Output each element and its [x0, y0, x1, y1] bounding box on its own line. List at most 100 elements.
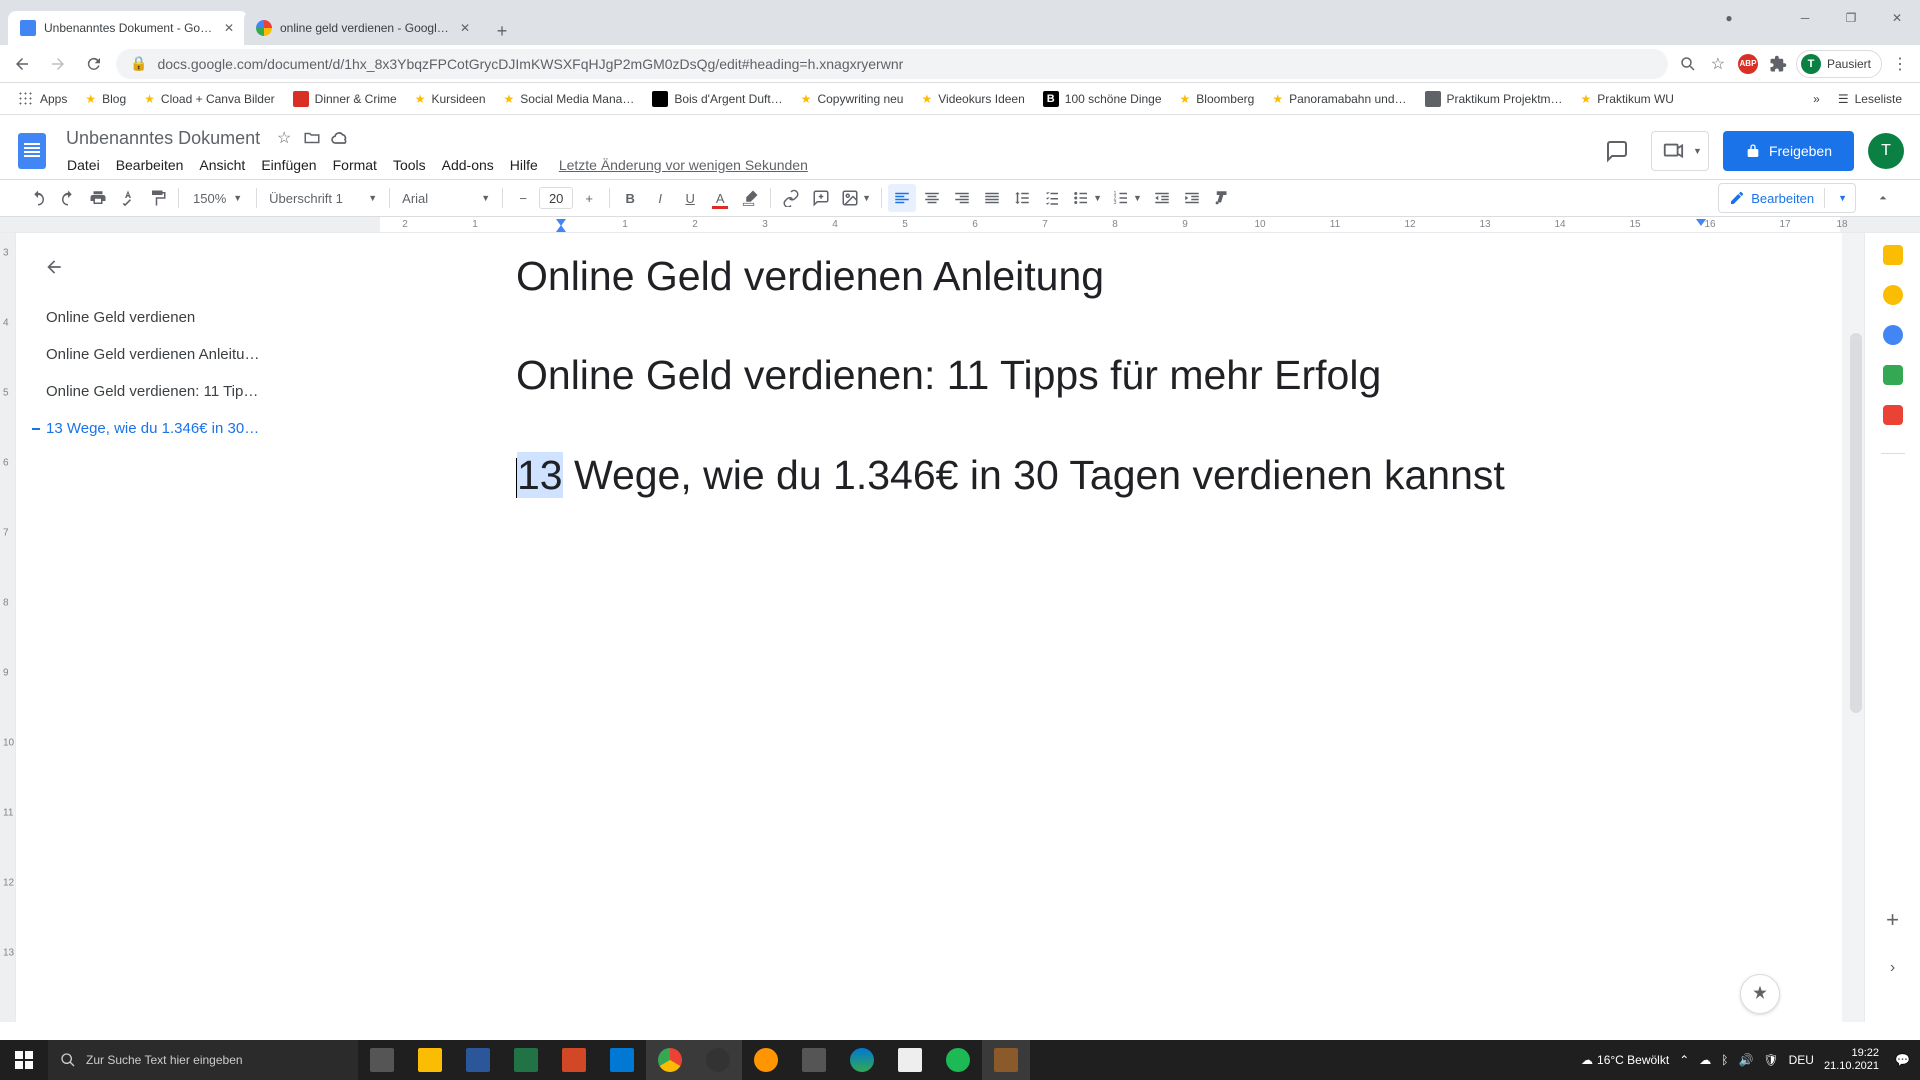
- apps-button[interactable]: Apps: [12, 87, 73, 111]
- calendar-icon[interactable]: [1883, 245, 1903, 265]
- align-left-button[interactable]: [888, 184, 916, 212]
- notifications-icon[interactable]: 💬: [1895, 1053, 1910, 1067]
- back-button[interactable]: [8, 50, 36, 78]
- wifi-icon[interactable]: 🛡: [1763, 1053, 1778, 1067]
- numbered-list-button[interactable]: 123▼: [1108, 184, 1146, 212]
- outline-close-button[interactable]: [38, 251, 70, 283]
- outline-item[interactable]: Online Geld verdienen: [28, 299, 344, 336]
- bookmark-item[interactable]: ★Videokurs Ideen: [915, 88, 1030, 110]
- account-dot-icon[interactable]: ●: [1706, 0, 1752, 36]
- edge-icon[interactable]: [838, 1040, 886, 1080]
- bluetooth-icon[interactable]: ᛒ: [1721, 1053, 1728, 1067]
- volume-icon[interactable]: 🔊: [1738, 1053, 1753, 1067]
- document-title[interactable]: Unbenanntes Dokument: [60, 126, 266, 151]
- cloud-status-icon[interactable]: [330, 128, 350, 148]
- comments-icon[interactable]: [1597, 131, 1637, 171]
- input-language[interactable]: DEU: [1789, 1053, 1814, 1067]
- minimize-button[interactable]: ─: [1782, 0, 1828, 36]
- weather-widget[interactable]: ☁16°C Bewölkt: [1581, 1053, 1669, 1067]
- menu-insert[interactable]: Einfügen: [254, 153, 323, 177]
- heading[interactable]: Online Geld verdienen: 11 Tipps für mehr…: [516, 350, 1722, 401]
- insert-link-button[interactable]: [777, 184, 805, 212]
- obs-icon[interactable]: [694, 1040, 742, 1080]
- italic-button[interactable]: I: [646, 184, 674, 212]
- chrome-icon[interactable]: [646, 1040, 694, 1080]
- bookmark-item[interactable]: ★Bloomberg: [1174, 88, 1261, 110]
- align-right-button[interactable]: [948, 184, 976, 212]
- font-dropdown[interactable]: Arial▼: [396, 191, 496, 206]
- reading-list-button[interactable]: ☰Leseliste: [1832, 88, 1908, 110]
- addons-button[interactable]: +: [1879, 906, 1907, 934]
- text-color-button[interactable]: A: [706, 184, 734, 212]
- bookmark-item[interactable]: ★Blog: [79, 88, 132, 110]
- bookmark-item[interactable]: ★Social Media Mana…: [498, 88, 641, 110]
- menu-view[interactable]: Ansicht: [192, 153, 252, 177]
- app-icon[interactable]: [982, 1040, 1030, 1080]
- menu-help[interactable]: Hilfe: [503, 153, 545, 177]
- docs-logo[interactable]: [12, 125, 52, 177]
- menu-edit[interactable]: Bearbeiten: [109, 153, 191, 177]
- spellcheck-button[interactable]: [114, 184, 142, 212]
- forward-button[interactable]: [44, 50, 72, 78]
- decrease-indent-button[interactable]: [1148, 184, 1176, 212]
- clear-formatting-button[interactable]: [1208, 184, 1236, 212]
- heading[interactable]: Online Geld verdienen Anleitung: [516, 251, 1722, 302]
- insert-comment-button[interactable]: [807, 184, 835, 212]
- scrollbar-thumb[interactable]: [1850, 333, 1862, 713]
- horizontal-ruler[interactable]: 21123456789101112131415161718: [0, 217, 1920, 233]
- bookmark-item[interactable]: ★Copywriting neu: [795, 88, 910, 110]
- bookmark-star-icon[interactable]: ☆: [1706, 52, 1730, 76]
- explore-button[interactable]: [1740, 974, 1780, 1014]
- move-icon[interactable]: [302, 128, 322, 148]
- onedrive-icon[interactable]: ☁: [1699, 1053, 1711, 1067]
- spotify-icon[interactable]: [934, 1040, 982, 1080]
- heading-selected[interactable]: 13 Wege, wie du 1.346€ in 30 Tagen verdi…: [516, 450, 1722, 501]
- checklist-button[interactable]: [1038, 184, 1066, 212]
- insert-image-button[interactable]: ▼: [837, 184, 875, 212]
- menu-tools[interactable]: Tools: [386, 153, 433, 177]
- close-icon[interactable]: ✕: [458, 21, 472, 35]
- outline-item-active[interactable]: 13 Wege, wie du 1.346€ in 30…: [28, 410, 344, 447]
- firefox-icon[interactable]: [742, 1040, 790, 1080]
- menu-format[interactable]: Format: [326, 153, 384, 177]
- profile-chip[interactable]: T Pausiert: [1796, 50, 1882, 78]
- excel-icon[interactable]: [502, 1040, 550, 1080]
- start-button[interactable]: [0, 1040, 48, 1080]
- star-icon[interactable]: ☆: [274, 128, 294, 148]
- bookmark-item[interactable]: B100 schöne Dinge: [1037, 87, 1168, 111]
- menu-addons[interactable]: Add-ons: [435, 153, 501, 177]
- align-justify-button[interactable]: [978, 184, 1006, 212]
- revision-history-link[interactable]: Letzte Änderung vor wenigen Sekunden: [559, 157, 808, 173]
- zoom-indicator-icon[interactable]: [1676, 52, 1700, 76]
- hide-sidepanel-button[interactable]: ›: [1879, 954, 1907, 982]
- clock[interactable]: 19:22 21.10.2021: [1824, 1047, 1885, 1072]
- undo-button[interactable]: [24, 184, 52, 212]
- file-explorer-icon[interactable]: [406, 1040, 454, 1080]
- powerpoint-icon[interactable]: [550, 1040, 598, 1080]
- tasks-icon[interactable]: [1883, 325, 1903, 345]
- redo-button[interactable]: [54, 184, 82, 212]
- account-avatar[interactable]: T: [1868, 133, 1904, 169]
- task-view-button[interactable]: [358, 1040, 406, 1080]
- increase-font-size-button[interactable]: +: [575, 184, 603, 212]
- reload-button[interactable]: [80, 50, 108, 78]
- menu-file[interactable]: Datei: [60, 153, 107, 177]
- bookmarks-overflow[interactable]: »: [1807, 88, 1826, 110]
- editing-mode-dropdown[interactable]: Bearbeiten ▼: [1718, 183, 1856, 213]
- underline-button[interactable]: U: [676, 184, 704, 212]
- outline-item[interactable]: Online Geld verdienen: 11 Tip…: [28, 373, 344, 410]
- present-meet-button[interactable]: ▼: [1651, 131, 1709, 171]
- share-button[interactable]: Freigeben: [1723, 131, 1854, 171]
- bookmark-item[interactable]: ★Cload + Canva Bilder: [138, 88, 281, 110]
- notepad-icon[interactable]: [886, 1040, 934, 1080]
- bullet-list-button[interactable]: ▼: [1068, 184, 1106, 212]
- address-bar[interactable]: 🔒 docs.google.com/document/d/1hx_8x3Ybqz…: [116, 49, 1668, 79]
- maps-icon[interactable]: [1883, 405, 1903, 425]
- keep-icon[interactable]: [1883, 285, 1903, 305]
- paragraph-style-dropdown[interactable]: Überschrift 1▼: [263, 191, 383, 206]
- vertical-ruler[interactable]: 345678910111213: [0, 233, 16, 1022]
- close-window-button[interactable]: ✕: [1874, 0, 1920, 36]
- mail-icon[interactable]: [598, 1040, 646, 1080]
- browser-tab-active[interactable]: Unbenanntes Dokument - Googl ✕: [8, 11, 248, 45]
- outline-item[interactable]: Online Geld verdienen Anleitu…: [28, 336, 344, 373]
